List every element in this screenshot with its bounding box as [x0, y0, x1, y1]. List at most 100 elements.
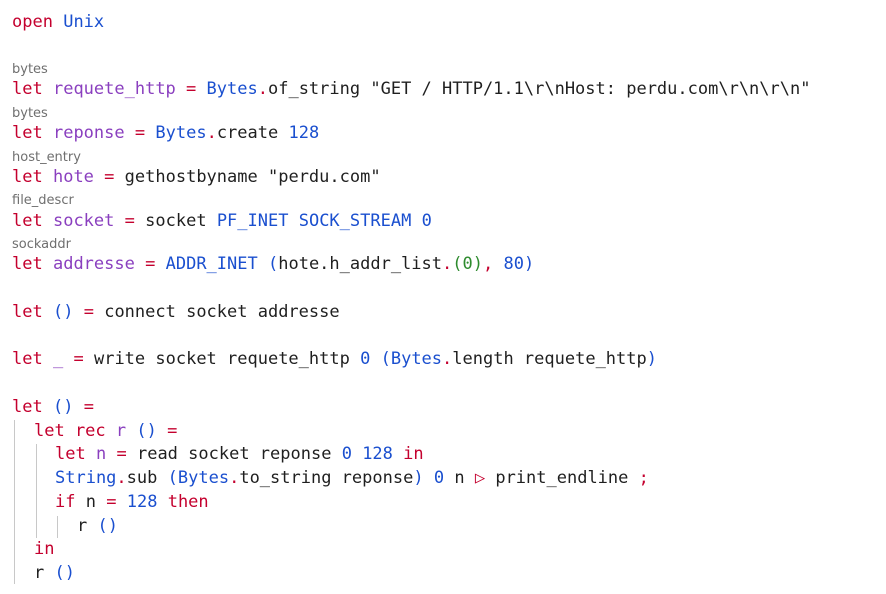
operator: = [134, 123, 146, 143]
keyword: let [12, 211, 43, 231]
comma: , [482, 254, 494, 274]
paren: ( [167, 468, 178, 488]
field-access: hote.h_addr_list [278, 254, 442, 274]
keyword: let [12, 397, 43, 417]
code-line-2[interactable]: let requete_http = Bytes.of_string "GET … [12, 78, 810, 100]
paren: ( [267, 254, 279, 274]
constructor: ADDR_INET [165, 254, 258, 274]
number-literal: 128 [288, 123, 320, 143]
function-name: create [216, 123, 279, 143]
keyword: let rec [34, 421, 106, 441]
code-line-10[interactable]: let rec r () = [34, 420, 177, 442]
function-name: r [77, 516, 88, 536]
code-line-5[interactable]: let socket = socket PF_INET SOCK_STREAM … [12, 210, 432, 232]
number-literal: 0 [433, 468, 445, 488]
code-line-4[interactable]: let hote = gethostbyname "perdu.com" [12, 166, 381, 188]
keyword: let [55, 444, 86, 464]
number-literal: 80 [503, 254, 524, 274]
function-name: gethostbyname [124, 167, 258, 187]
operator: = [167, 421, 178, 441]
module-name: Bytes [390, 349, 443, 369]
expression: read socket reponse [136, 444, 332, 464]
binding-name: _ [52, 349, 64, 369]
code-line-1[interactable]: open Unix [12, 11, 104, 33]
dot: . [206, 123, 217, 143]
unit: () [54, 563, 75, 583]
paren: ) [413, 468, 424, 488]
binding-name: hote [52, 167, 94, 187]
code-line-9[interactable]: let () = [12, 396, 94, 418]
keyword: then [167, 492, 209, 512]
keyword: open [12, 12, 53, 32]
code-line-13[interactable]: if n = 128 then [55, 491, 209, 513]
code-line-6[interactable]: let addresse = ADDR_INET (hote.h_addr_li… [12, 253, 534, 275]
code-line-11[interactable]: let n = read socket reponse 0 128 in [55, 443, 424, 465]
keyword: let [12, 123, 43, 143]
code-editor[interactable]: open Unix bytes let requete_http = Bytes… [0, 0, 886, 594]
constructor: PF_INET [216, 211, 289, 231]
number-literal: 128 [126, 492, 158, 512]
operator: = [186, 79, 197, 99]
keyword: in [403, 444, 424, 464]
code-line-14[interactable]: r () [77, 515, 118, 537]
operator: = [145, 254, 156, 274]
keyword: let [12, 349, 43, 369]
code-line-16[interactable]: r () [34, 562, 75, 584]
keyword: let [12, 254, 43, 274]
module-name: Bytes [177, 468, 230, 488]
string-literal: "perdu.com" [267, 167, 381, 187]
keyword: if [55, 492, 76, 512]
module-name: Bytes [206, 79, 258, 99]
binding-name: requete_http [52, 79, 176, 99]
binding-name: n [95, 444, 107, 464]
operator: = [83, 302, 94, 322]
dot: . [229, 468, 240, 488]
binding-name: socket [52, 211, 115, 231]
paren: ) [523, 254, 535, 274]
operator: = [83, 397, 94, 417]
unit: () [52, 397, 74, 417]
code-line-15[interactable]: in [34, 538, 54, 560]
number-literal: 0 [360, 349, 371, 369]
code-line-7[interactable]: let () = connect socket addresse [12, 301, 340, 323]
code-line-12[interactable]: String.sub (Bytes.to_string reponse) 0 n… [55, 467, 649, 489]
function-name: r [34, 563, 45, 583]
pipe-operator-icon: ▷ [474, 468, 486, 488]
string-literal: "GET / HTTP/1.1\r\nHost: perdu.com\r\n\r… [370, 79, 811, 99]
code-line-8[interactable]: let _ = write socket requete_http 0 (Byt… [12, 348, 657, 370]
keyword: in [34, 539, 55, 559]
type-hint: sockaddr [12, 237, 71, 252]
dot: . [442, 349, 453, 369]
module-name: Unix [63, 12, 105, 32]
operator: = [73, 349, 84, 369]
operator: = [124, 211, 135, 231]
indent-guide [57, 516, 58, 538]
paren: ( [380, 349, 391, 369]
code-line-3[interactable]: let reponse = Bytes.create 128 [12, 122, 319, 144]
binding-name: addresse [52, 254, 135, 274]
number-literal: 0 [421, 211, 432, 231]
expression: write socket requete_http [93, 349, 350, 369]
indent-guide [36, 444, 37, 538]
variable: n [85, 492, 96, 512]
semicolon: ; [638, 468, 649, 488]
unit: () [136, 421, 157, 441]
unit: () [52, 302, 74, 322]
keyword: let [12, 302, 43, 322]
function-name: of_string [267, 79, 361, 99]
constructor: SOCK_STREAM [298, 211, 412, 231]
number-literal: 128 [362, 444, 393, 464]
number-literal: 0 [341, 444, 352, 464]
operator: = [116, 444, 127, 464]
array-index: (0) [452, 254, 483, 274]
keyword: let [12, 167, 43, 187]
dot: . [116, 468, 127, 488]
dot: . [257, 79, 268, 99]
operator: = [104, 167, 115, 187]
function-name: socket [145, 211, 207, 231]
type-hint: bytes [12, 106, 48, 121]
paren: ) [646, 349, 657, 369]
function-name: to_string reponse [239, 468, 414, 488]
expression: connect socket addresse [104, 302, 340, 322]
keyword: let [12, 79, 43, 99]
